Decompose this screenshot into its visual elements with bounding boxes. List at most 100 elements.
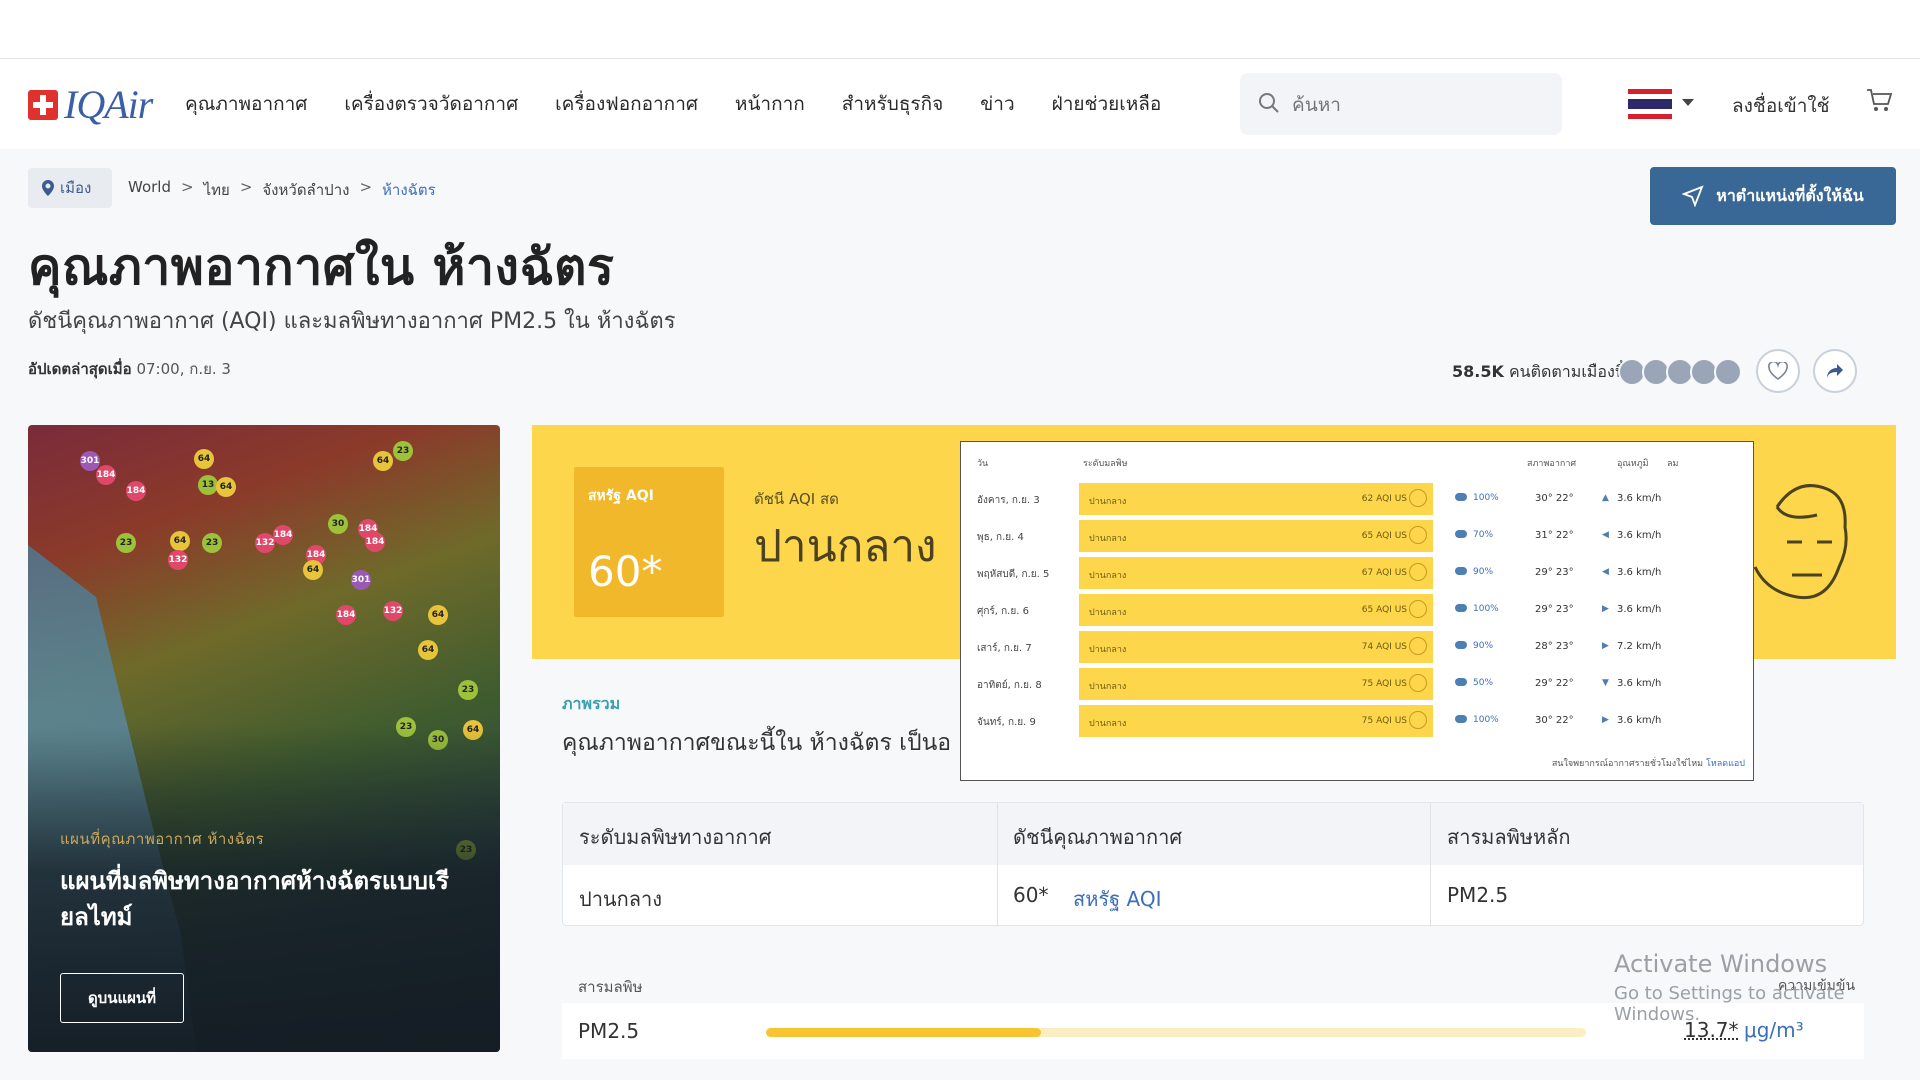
aqi-level: ปานกลาง xyxy=(754,521,937,572)
page-subtitle: ดัชนีคุณภาพอากาศ (AQI) และมลพิษทางอากาศ … xyxy=(28,309,676,334)
map-marker[interactable]: 64 xyxy=(373,451,393,471)
search-input[interactable] xyxy=(1290,87,1544,123)
forecast-wind: 3.6 km/h xyxy=(1617,530,1662,541)
wind-direction-icon: ◀ xyxy=(1602,530,1609,540)
rain-cloud-icon xyxy=(1455,530,1467,538)
follower-avatars xyxy=(1618,358,1742,386)
iqair-logo[interactable]: IQAir xyxy=(28,81,153,128)
share-icon xyxy=(1827,364,1843,378)
nav-monitors[interactable]: เครื่องตรวจวัดอากาศ xyxy=(344,89,518,119)
forecast-level-bar: ปานกลาง 74 AQI US xyxy=(1079,631,1433,663)
nav-business[interactable]: สำหรับธุรกิจ xyxy=(842,89,944,119)
breadcrumb-thailand[interactable]: ไทย xyxy=(204,178,230,202)
map-marker[interactable]: 23 xyxy=(393,441,413,461)
map-title: แผนที่มลพิษทางอากาศห้างฉัตรแบบเรียลไทม์ xyxy=(60,867,449,931)
map-marker[interactable]: 132 xyxy=(383,601,403,621)
forecast-temp: 28° 23° xyxy=(1535,641,1574,652)
thai-flag-icon[interactable] xyxy=(1628,89,1672,119)
forecast-wind: 3.6 km/h xyxy=(1617,493,1662,504)
breadcrumb-province[interactable]: จังหวัดลำปาง xyxy=(262,178,349,202)
nav-masks[interactable]: หน้ากาก xyxy=(735,89,805,119)
wind-direction-icon: ◀ xyxy=(1602,567,1609,577)
forecast-header-wind: ลม xyxy=(1667,459,1679,469)
header-pollution-level: ระดับมลพิษทางอากาศ xyxy=(579,825,772,849)
forecast-row: พฤหัสบดี, ก.ย. 5 ปานกลาง 67 AQI US 90% 29° 2… xyxy=(975,556,1741,589)
forecast-level-bar: ปานกลาง 62 AQI US xyxy=(1079,483,1433,515)
map-marker[interactable]: 23 xyxy=(202,533,222,553)
logo-text: IQAir xyxy=(64,82,153,127)
followers-label: คนติดตามเมืองนี้ xyxy=(1508,362,1626,381)
locate-me-label: หาตำแหน่งที่ตั้งให้ฉัน xyxy=(1716,185,1864,205)
view-map-button[interactable]: ดูบนแผนที่ xyxy=(60,973,184,1023)
nav-support[interactable]: ฝ่ายช่วยเหลือ xyxy=(1052,89,1162,119)
nav-air-quality[interactable]: คุณภาพอากาศ xyxy=(185,89,307,119)
map-marker[interactable]: 64 xyxy=(428,605,448,625)
summary-table: ระดับมลพิษทางอากาศ ดัชนีคุณภาพอากาศ สารม… xyxy=(562,802,1864,927)
forecast-header-weather: สภาพอากาศ xyxy=(1527,459,1577,469)
map-card[interactable]: 301 184 184 64 13 64 64 23 23 23 64 132 184 132 184 30 1… xyxy=(28,425,500,1052)
follow-button[interactable] xyxy=(1756,349,1800,393)
cell-main-pollutant: PM2.5 xyxy=(1447,883,1509,907)
locate-me-button[interactable]: หาตำแหน่งที่ตั้งให้ฉัน xyxy=(1650,167,1896,225)
forecast-humidity: 70% xyxy=(1473,530,1494,540)
map-marker[interactable]: 132 xyxy=(168,550,188,570)
face-icon xyxy=(1409,489,1427,507)
map-marker[interactable]: 64 xyxy=(170,531,190,551)
map-marker[interactable]: 184 xyxy=(273,525,293,545)
map-marker[interactable]: 64 xyxy=(418,640,438,660)
map-marker[interactable]: 13 xyxy=(198,475,218,495)
cell-aqi-unit-link[interactable]: สหรัฐ AQI xyxy=(1073,883,1162,915)
forecast-row: เสาร์, ก.ย. 7 ปานกลาง 74 AQI US 90% 28° 23° ▶… xyxy=(975,630,1741,663)
nav-purifiers[interactable]: เครื่องฟอกอากาศ xyxy=(555,89,698,119)
forecast-day: อาทิตย์, ก.ย. 8 xyxy=(977,680,1042,691)
last-updated: อัปเดตล่าสุดเมื่อ 07:00, ก.ย. 3 xyxy=(28,357,231,381)
forecast-aqi: 75 AQI US xyxy=(1361,716,1407,726)
rain-cloud-icon xyxy=(1455,493,1467,501)
map-marker[interactable]: 184 xyxy=(365,532,385,552)
cell-pollution-level: ปานกลาง xyxy=(579,887,662,911)
forecast-level: ปานกลาง xyxy=(1089,497,1127,507)
map-marker[interactable]: 64 xyxy=(303,560,323,580)
rain-cloud-icon xyxy=(1455,678,1467,686)
map-marker[interactable]: 132 xyxy=(255,533,275,553)
map-marker[interactable]: 64 xyxy=(216,477,236,497)
aqi-box-label: สหรัฐ AQI xyxy=(588,488,654,504)
cell-aqi-value: 60* xyxy=(1013,883,1049,907)
nav-news[interactable]: ข่าว xyxy=(980,89,1014,119)
share-button[interactable] xyxy=(1813,349,1857,393)
map-marker[interactable]: 184 xyxy=(96,465,116,485)
chevron-down-icon[interactable] xyxy=(1682,99,1694,106)
forecast-day: อังคาร, ก.ย. 3 xyxy=(977,495,1040,506)
search-box[interactable] xyxy=(1240,73,1562,135)
forecast-day: จันทร์, ก.ย. 9 xyxy=(977,717,1036,728)
forecast-temp: 30° 22° xyxy=(1535,493,1574,504)
wind-direction-icon: ▼ xyxy=(1602,678,1609,688)
breadcrumb-city[interactable]: ห้างฉัตร xyxy=(382,178,436,202)
forecast-footer: สนใจพยากรณ์อากาศรายชั่วโมงใช่ไหม โหลดแอป xyxy=(1552,756,1745,770)
download-app-link[interactable]: โหลดแอป xyxy=(1706,759,1745,769)
map-marker[interactable]: 301 xyxy=(351,570,371,590)
map-marker[interactable]: 30 xyxy=(328,514,348,534)
breadcrumb-world[interactable]: World xyxy=(128,178,171,202)
face-icon xyxy=(1409,600,1427,618)
wind-direction-icon: ▶ xyxy=(1602,715,1609,725)
login-link[interactable]: ลงชื่อเข้าใช้ xyxy=(1732,91,1830,121)
map-marker[interactable]: 184 xyxy=(336,605,356,625)
cart-icon[interactable] xyxy=(1865,87,1893,115)
avatar xyxy=(1714,358,1742,386)
table-divider xyxy=(997,803,998,927)
windows-watermark-subtitle: Go to Settings to activate Windows. xyxy=(1614,983,1845,1025)
breadcrumb-city-chip[interactable]: เมือง xyxy=(28,168,112,208)
map-marker[interactable]: 23 xyxy=(116,533,136,553)
forecast-header-temp: อุณหภูมิ xyxy=(1617,459,1649,469)
breadcrumb-separator: > xyxy=(359,178,373,196)
map-marker[interactable]: 184 xyxy=(126,481,146,501)
map-marker[interactable]: 64 xyxy=(194,449,214,469)
forecast-footer-text: สนใจพยากรณ์อากาศรายชั่วโมงใช่ไหม xyxy=(1551,759,1704,769)
overview-kicker: ภาพรวม xyxy=(562,694,621,713)
forecast-level: ปานกลาง xyxy=(1089,571,1127,581)
forecast-level-bar: ปานกลาง 65 AQI US xyxy=(1079,594,1433,626)
last-updated-value: 07:00, ก.ย. 3 xyxy=(136,360,231,378)
map-marker[interactable]: 23 xyxy=(458,680,478,700)
forecast-aqi: 65 AQI US xyxy=(1361,605,1407,615)
